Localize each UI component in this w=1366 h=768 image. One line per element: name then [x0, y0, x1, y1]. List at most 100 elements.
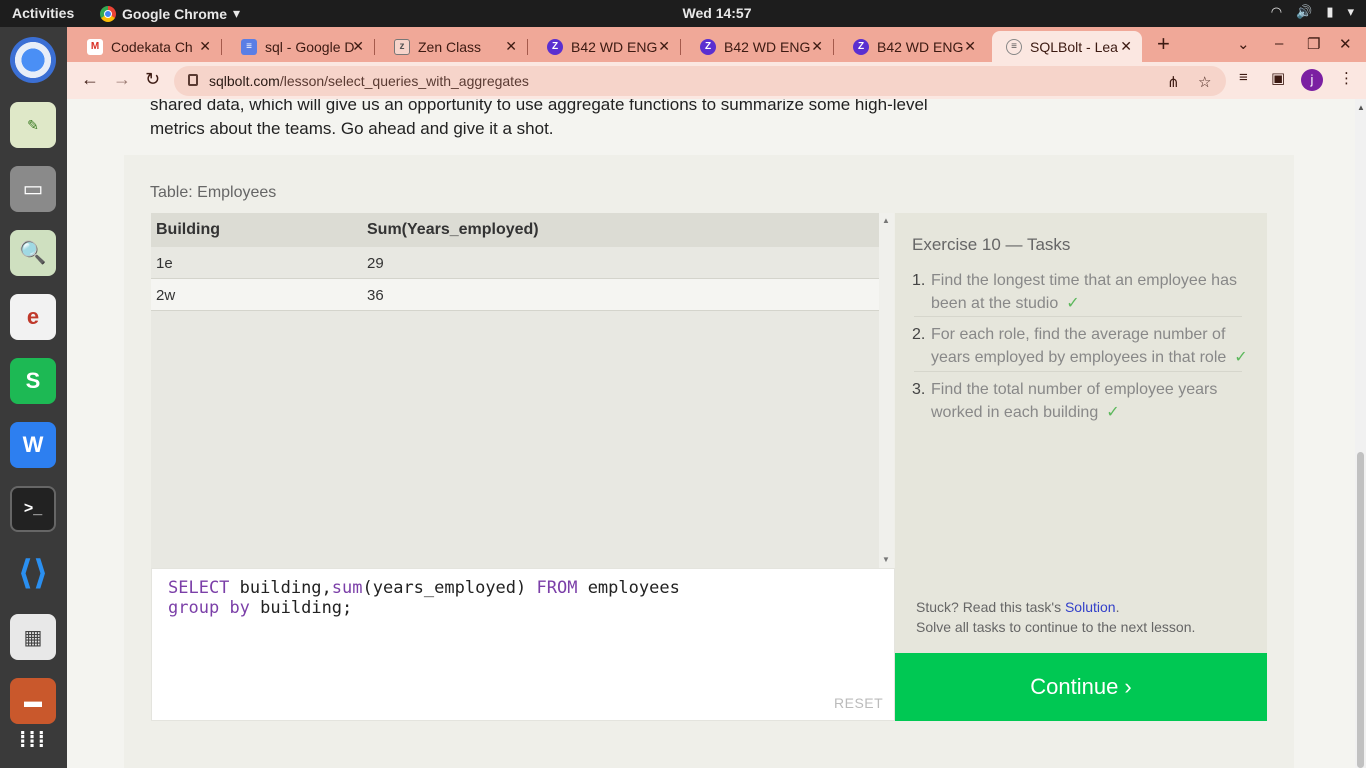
- table-label: Table: Employees: [150, 184, 277, 201]
- tab-title: sql - Google D: [265, 38, 355, 55]
- text-editor-icon[interactable]: ✎: [10, 102, 56, 148]
- document-viewer-icon[interactable]: e: [10, 294, 56, 340]
- scroll-up-icon[interactable]: ▲: [882, 216, 890, 225]
- close-icon[interactable]: ✕: [505, 38, 517, 55]
- clock[interactable]: Wed 14:57: [0, 5, 1366, 21]
- show-apps-icon[interactable]: ⁞⁞⁞: [10, 717, 56, 763]
- close-icon[interactable]: ✕: [658, 38, 670, 55]
- volume-icon: 🔊: [1296, 4, 1313, 19]
- sql-text: employees: [577, 578, 680, 598]
- help-text: Stuck? Read this task's Solution. Solve …: [916, 597, 1195, 637]
- zen-icon: z: [394, 38, 410, 55]
- sql-text: (years_employed): [362, 578, 537, 598]
- terminal-icon[interactable]: >_: [10, 486, 56, 532]
- back-icon[interactable]: ←: [81, 69, 99, 90]
- tab-search-icon[interactable]: ⌄: [1237, 35, 1250, 53]
- task-text-wrap: For each role, find the average number o…: [931, 323, 1251, 369]
- tab-sql-google-doc[interactable]: ≡ sql - Google D ✕: [221, 31, 374, 62]
- zoom-icon: Z: [853, 38, 869, 55]
- tab-zen-class[interactable]: z Zen Class ✕: [374, 31, 527, 62]
- task-text: Find the total number of employee years …: [931, 381, 1218, 421]
- tab-b42-3[interactable]: Z B42 WD ENG ✕: [833, 31, 986, 62]
- system-top-bar: Activities Google Chrome ▾ Wed 14:57 ◠ 🔊…: [0, 0, 1366, 27]
- task-text-wrap: Find the total number of employee years …: [931, 378, 1251, 424]
- close-icon[interactable]: ✕: [352, 38, 364, 55]
- table-scrollbar[interactable]: ▲ ▼: [879, 213, 894, 568]
- table-cell: 2w: [156, 287, 176, 304]
- close-icon[interactable]: ✕: [199, 38, 211, 55]
- page-scrollbar[interactable]: ▲: [1355, 99, 1366, 768]
- maximize-icon[interactable]: ❐: [1307, 35, 1320, 53]
- gmail-icon: M: [87, 38, 103, 55]
- checkmark-icon: ✓: [1066, 295, 1080, 312]
- stuck-suffix: .: [1115, 599, 1120, 615]
- files-icon[interactable]: ▭: [10, 166, 56, 212]
- solution-link[interactable]: Solution: [1065, 599, 1116, 615]
- intro-line-1: shared data, which will give us an oppor…: [150, 99, 928, 114]
- scroll-down-icon[interactable]: ▼: [882, 555, 890, 564]
- spreadsheet-icon[interactable]: S: [10, 358, 56, 404]
- tab-title: SQLBolt - Lea: [1030, 38, 1118, 55]
- reading-list-icon[interactable]: ≡: [1239, 69, 1248, 86]
- tab-title: B42 WD ENG: [724, 38, 811, 55]
- share-icon[interactable]: ⋔: [1167, 73, 1180, 91]
- tab-codekata[interactable]: M Codekata Ch ✕: [67, 31, 221, 62]
- task-text: Find the longest time that an employee h…: [931, 272, 1237, 312]
- system-tray[interactable]: ◠ 🔊 ▮ ▾: [1271, 4, 1354, 20]
- chromium-icon[interactable]: [10, 37, 56, 83]
- bookmark-star-icon[interactable]: ☆: [1198, 73, 1211, 91]
- lock-icon[interactable]: [188, 74, 198, 86]
- wifi-icon: ◠: [1270, 4, 1283, 19]
- side-panel-icon[interactable]: ▣: [1271, 69, 1285, 87]
- reload-icon[interactable]: ↻: [145, 69, 160, 90]
- tab-b42-1[interactable]: Z B42 WD ENG ✕: [527, 31, 680, 62]
- kebab-menu-icon[interactable]: ⋮: [1339, 69, 1354, 87]
- battery-icon: ▮: [1326, 4, 1334, 19]
- task-number: 3.: [912, 381, 926, 398]
- avatar[interactable]: j: [1301, 69, 1323, 91]
- divider: [914, 371, 1242, 372]
- sql-editor[interactable]: SELECT building,sum(years_employed) FROM…: [151, 568, 895, 721]
- url-path: /lesson/select_queries_with_aggregates: [279, 73, 529, 89]
- sql-code[interactable]: SELECT building,sum(years_employed) FROM…: [168, 578, 680, 618]
- browser-window: M Codekata Ch ✕ ≡ sql - Google D ✕ z Zen…: [67, 27, 1366, 768]
- checkmark-icon: ✓: [1106, 404, 1120, 421]
- zoom-icon: Z: [700, 38, 716, 55]
- column-header-sum: Sum(Years_employed): [367, 221, 539, 238]
- continue-button[interactable]: Continue ›: [895, 653, 1267, 721]
- scrollbar-thumb[interactable]: [1357, 452, 1364, 768]
- task-text-wrap: Find the longest time that an employee h…: [931, 269, 1251, 315]
- url-text: sqlbolt.com/lesson/select_queries_with_a…: [209, 73, 529, 89]
- close-icon[interactable]: ✕: [811, 38, 823, 55]
- page-viewport: shared data, which will give us an oppor…: [67, 99, 1355, 768]
- forward-icon[interactable]: →: [113, 69, 131, 90]
- calculator-icon[interactable]: ▦: [10, 614, 56, 660]
- tab-b42-2[interactable]: Z B42 WD ENG ✕: [680, 31, 833, 62]
- tab-sqlbolt[interactable]: ≡ SQLBolt - Lea ✕: [992, 31, 1142, 62]
- solve-all-text: Solve all tasks to continue to the next …: [916, 619, 1196, 635]
- sql-keyword: SELECT: [168, 578, 230, 598]
- divider: [914, 316, 1242, 317]
- close-window-icon[interactable]: ✕: [1339, 35, 1352, 53]
- reset-button[interactable]: RESET: [834, 695, 883, 711]
- tab-title: B42 WD ENG: [571, 38, 658, 55]
- intro-line-2: metrics about the teams. Go ahead and gi…: [150, 119, 554, 138]
- close-icon[interactable]: ✕: [964, 38, 976, 55]
- minimize-icon[interactable]: –: [1275, 35, 1283, 52]
- close-icon[interactable]: ✕: [1120, 38, 1132, 55]
- image-viewer-icon[interactable]: 🔍: [10, 230, 56, 276]
- sql-keyword: group: [168, 598, 220, 618]
- tab-title: Codekata Ch: [111, 38, 193, 55]
- tasks-title: Exercise 10 — Tasks: [912, 235, 1071, 254]
- writer-icon[interactable]: W: [10, 422, 56, 468]
- dock: ✎ ▭ 🔍 e S W >_ ⟨⟩ ▦ ▬ ⁞⁞⁞: [0, 27, 67, 768]
- sql-text: building,: [229, 578, 332, 598]
- sqlbolt-icon: ≡: [1006, 38, 1022, 55]
- scroll-up-icon[interactable]: ▲: [1357, 103, 1365, 112]
- table-cell: 29: [367, 255, 384, 272]
- checkmark-icon: ✓: [1234, 349, 1248, 366]
- new-tab-button[interactable]: +: [1157, 31, 1170, 57]
- vscode-icon[interactable]: ⟨⟩: [10, 550, 56, 596]
- stuck-line: Stuck? Read this task's Solution.: [916, 597, 1195, 617]
- address-bar[interactable]: sqlbolt.com/lesson/select_queries_with_a…: [174, 66, 1226, 96]
